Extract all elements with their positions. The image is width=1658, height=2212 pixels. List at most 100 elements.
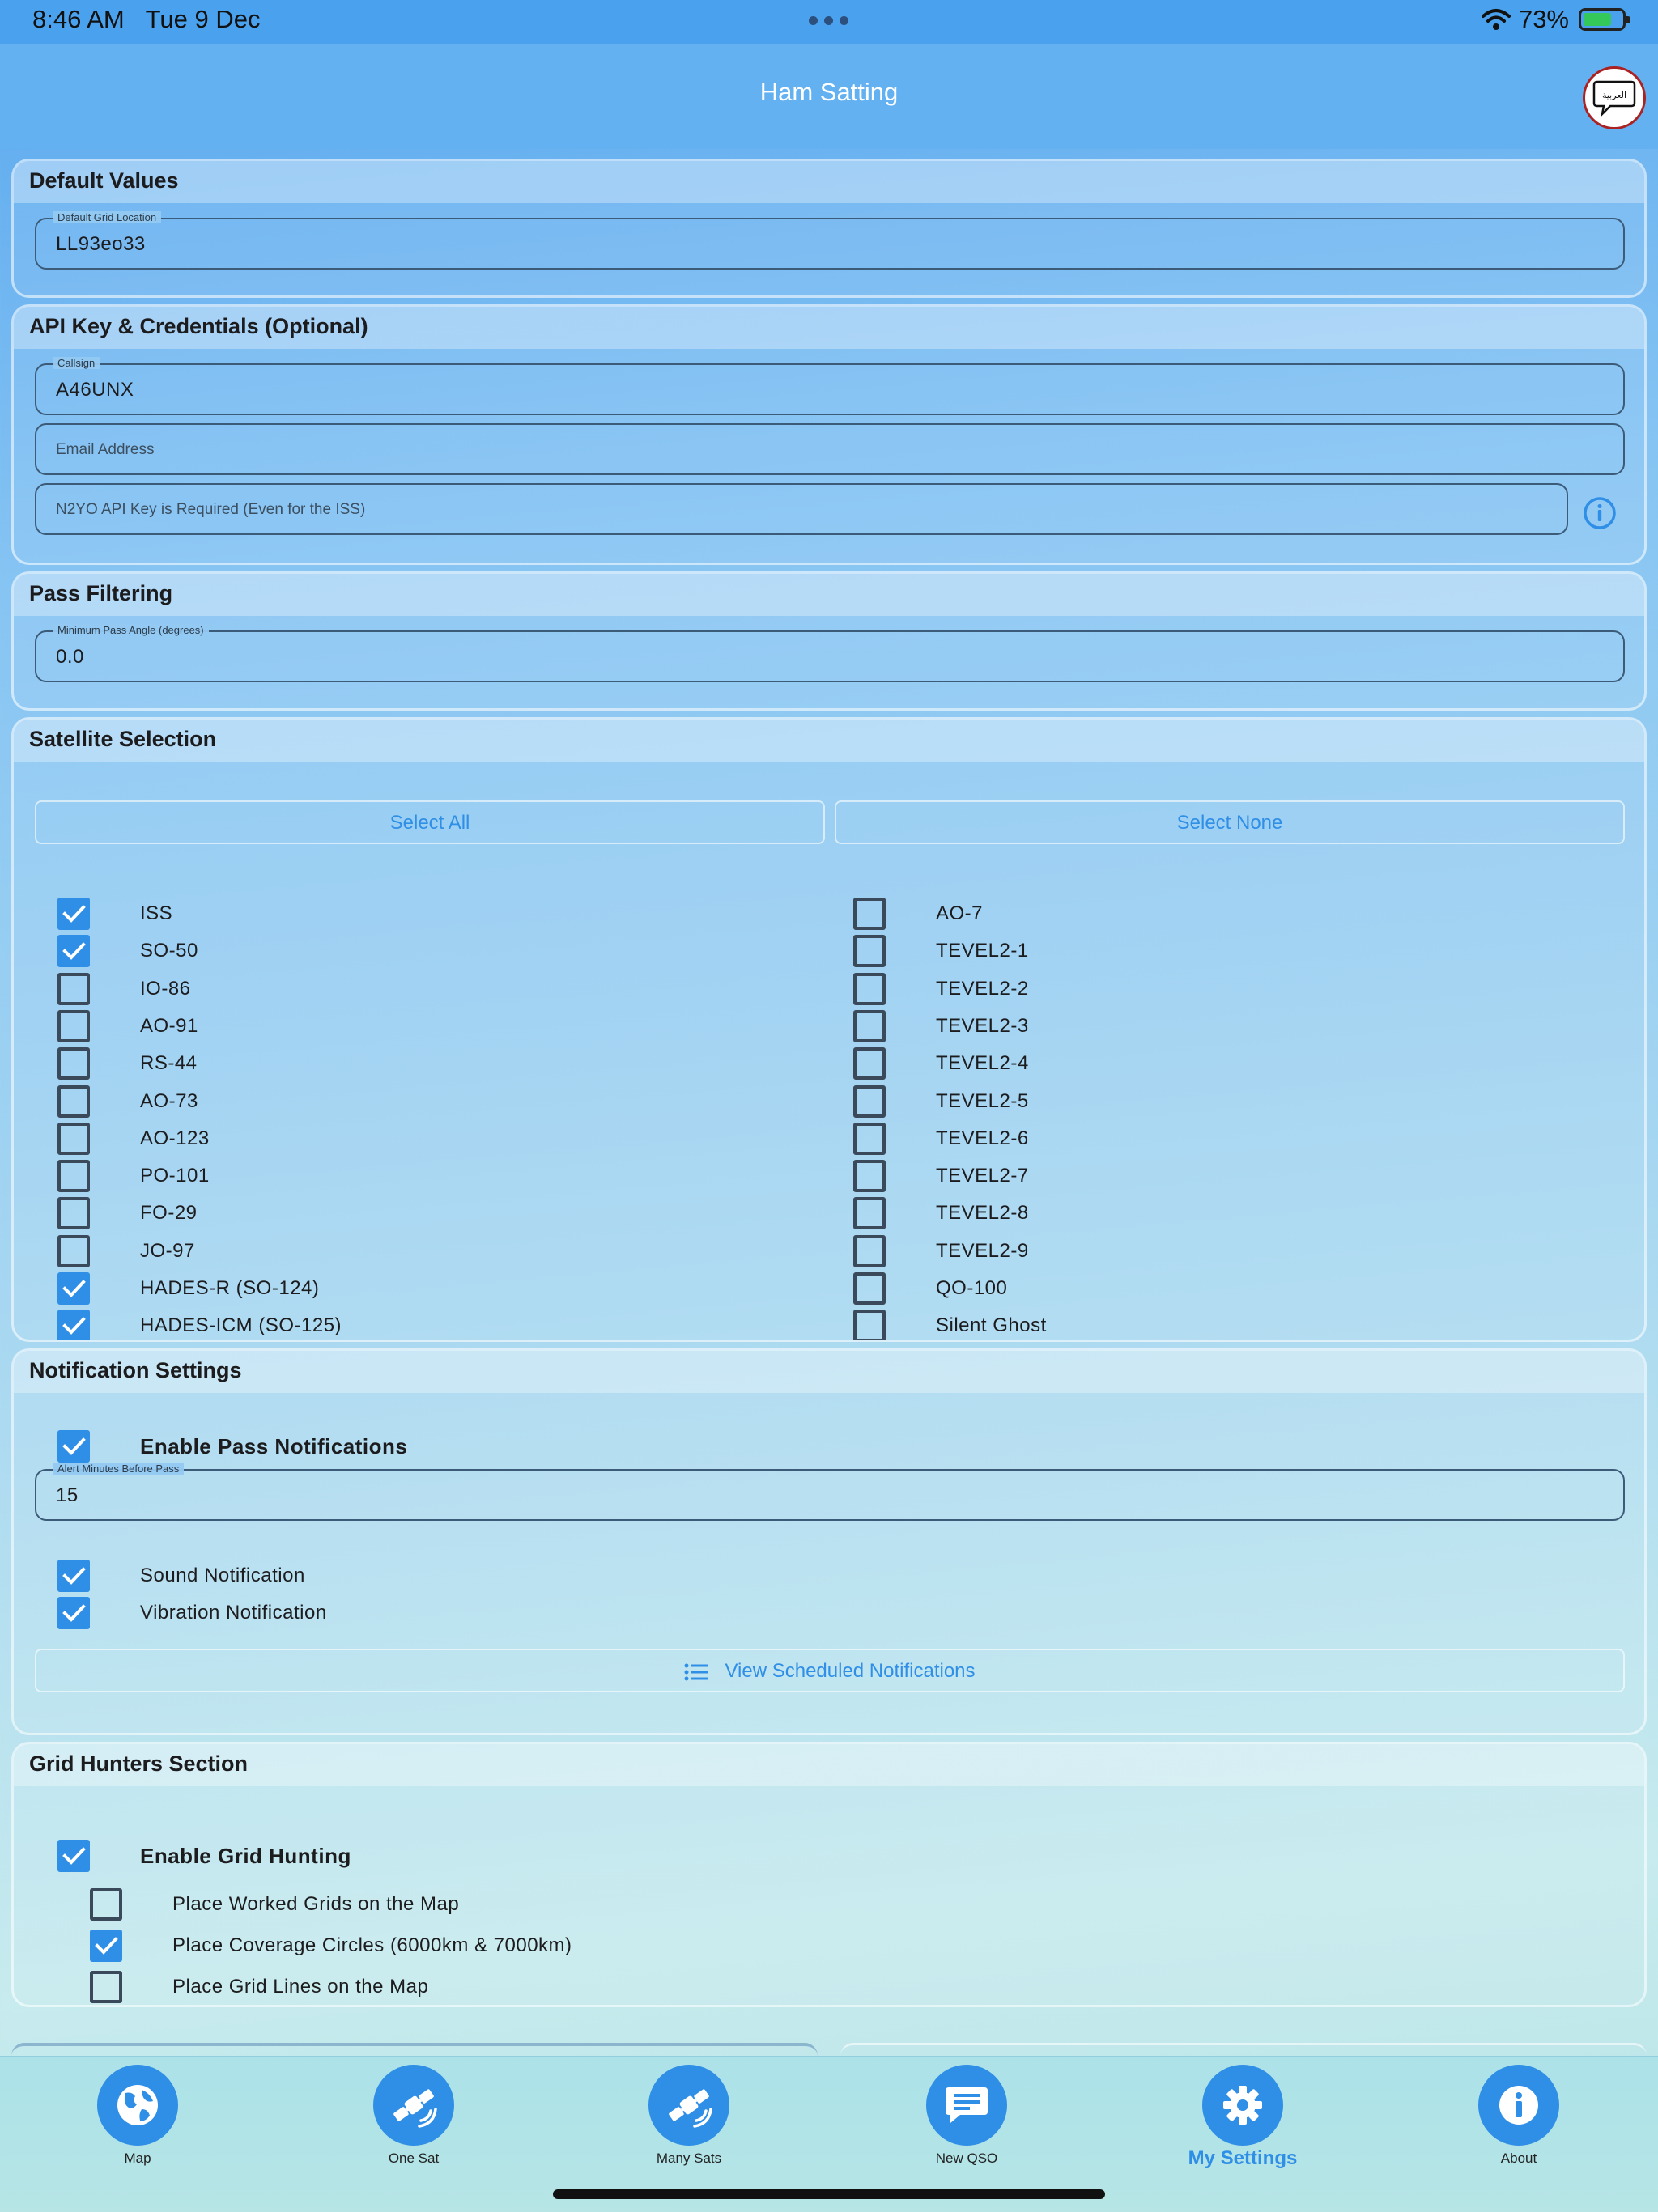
satellite-name: TEVEL2-4 — [936, 1052, 1029, 1075]
checkbox-label: Place Worked Grids on the Map — [172, 1893, 460, 1915]
checkbox[interactable] — [853, 1122, 886, 1155]
multitask-dots[interactable] — [806, 15, 852, 29]
satellite-item[interactable]: QO-100 — [853, 1272, 1007, 1305]
satellite-item[interactable]: TEVEL2-1 — [853, 935, 1029, 968]
satellite-item[interactable]: AO-123 — [57, 1122, 210, 1155]
checkbox[interactable] — [853, 1234, 886, 1267]
checkbox[interactable] — [853, 972, 886, 1005]
satellite-item[interactable]: PO-101 — [57, 1160, 210, 1193]
view-scheduled-notifications-button[interactable]: View Scheduled Notifications — [35, 1649, 1625, 1692]
checkbox[interactable] — [853, 1047, 886, 1081]
checkbox[interactable] — [853, 1272, 886, 1305]
satellite-item[interactable]: TEVEL2-5 — [853, 1085, 1029, 1118]
checkbox[interactable] — [57, 1047, 90, 1081]
satellite-item[interactable]: HADES-ICM (SO-125) — [57, 1310, 342, 1340]
language-toggle-button[interactable]: العربية — [1583, 66, 1646, 129]
info-icon[interactable] — [1583, 496, 1617, 530]
email-field[interactable]: Email Address — [35, 423, 1625, 475]
checkbox[interactable] — [57, 1840, 90, 1872]
checkbox[interactable] — [57, 935, 90, 968]
satellite-item[interactable]: Silent Ghost — [853, 1310, 1047, 1340]
satellite-item[interactable]: TEVEL2-4 — [853, 1047, 1029, 1081]
tab-one-sat[interactable]: One Sat — [345, 2065, 483, 2167]
checkbox[interactable] — [57, 1197, 90, 1230]
vibration-notification-toggle[interactable]: Vibration Notification — [57, 1597, 327, 1629]
checkbox[interactable] — [57, 1122, 90, 1155]
checkbox[interactable] — [853, 1085, 886, 1118]
checkbox[interactable] — [853, 1197, 886, 1230]
checkbox[interactable] — [57, 1160, 90, 1193]
select-all-button[interactable]: Select All — [35, 800, 825, 844]
field-label: Minimum Pass Angle (degrees) — [53, 624, 209, 636]
checkbox[interactable] — [57, 1597, 90, 1629]
api-key-field[interactable]: N2YO API Key is Required (Even for the I… — [35, 483, 1568, 535]
field-value: 15 — [56, 1484, 79, 1506]
alert-minutes-field[interactable]: Alert Minutes Before Pass 15 — [35, 1463, 1625, 1521]
satellite-item[interactable]: ISS — [57, 898, 172, 930]
checkbox[interactable] — [853, 1160, 886, 1193]
satellite-item[interactable]: SO-50 — [57, 935, 198, 968]
grid-option-item[interactable]: Place Worked Grids on the Map — [90, 1888, 459, 1921]
tab-many-sats[interactable]: Many Sats — [620, 2065, 758, 2167]
callsign-field[interactable]: Callsign A46UNX — [35, 357, 1625, 415]
grid-option-item[interactable]: Place Grid Lines on the Map — [90, 1971, 428, 2003]
satellite-item[interactable]: AO-73 — [57, 1085, 198, 1118]
satellite-item[interactable]: TEVEL2-6 — [853, 1122, 1029, 1155]
checkbox[interactable] — [853, 1009, 886, 1042]
enable-grid-hunting-toggle[interactable]: Enable Grid Hunting — [57, 1840, 351, 1872]
tab-my-settings[interactable]: My Settings — [1174, 2065, 1312, 2170]
satellite-name: TEVEL2-5 — [936, 1089, 1029, 1112]
checkbox-label: Enable Grid Hunting — [140, 1843, 351, 1868]
satellite-item[interactable]: IO-86 — [57, 972, 191, 1005]
field-value: LL93eo33 — [56, 233, 146, 255]
satellite-item[interactable]: TEVEL2-2 — [853, 972, 1029, 1005]
satellite-item[interactable]: HADES-R (SO-124) — [57, 1272, 319, 1305]
satellite-name: TEVEL2-3 — [936, 1014, 1029, 1037]
satellite-name: JO-97 — [140, 1239, 195, 1262]
satellite-name: AO-73 — [140, 1089, 198, 1112]
checkbox[interactable] — [90, 1930, 122, 1962]
checkbox[interactable] — [57, 1310, 90, 1340]
default-grid-field[interactable]: Default Grid Location LL93eo33 — [35, 211, 1625, 270]
satellite-item[interactable]: RS-44 — [57, 1047, 198, 1081]
satellite-item[interactable]: FO-29 — [57, 1197, 198, 1230]
checkbox[interactable] — [57, 1430, 90, 1463]
checkbox[interactable] — [57, 1272, 90, 1305]
checkbox[interactable] — [57, 972, 90, 1005]
section-header: Satellite Selection — [14, 720, 1644, 762]
enable-pass-notifications-toggle[interactable]: Enable Pass Notifications — [57, 1430, 407, 1463]
satellite-item[interactable]: JO-97 — [57, 1234, 195, 1267]
tab-label: One Sat — [388, 2150, 440, 2166]
section-header: API Key & Credentials (Optional) — [14, 307, 1644, 349]
checkbox[interactable] — [57, 1560, 90, 1592]
home-indicator[interactable] — [553, 2189, 1105, 2199]
satellite-item[interactable]: TEVEL2-3 — [853, 1009, 1029, 1042]
select-none-button[interactable]: Select None — [835, 800, 1625, 844]
checkbox[interactable] — [90, 1971, 122, 2003]
checkbox[interactable] — [90, 1888, 122, 1921]
tab-map[interactable]: Map — [69, 2065, 206, 2167]
tab-about[interactable]: About — [1450, 2065, 1588, 2167]
min-pass-angle-field[interactable]: Minimum Pass Angle (degrees) 0.0 — [35, 624, 1625, 682]
checkbox[interactable] — [57, 1234, 90, 1267]
checkbox[interactable] — [853, 1310, 886, 1340]
scrolled-card-edge — [840, 2043, 1647, 2057]
satellite-selection-card: Satellite Selection Select All Select No… — [11, 717, 1647, 1342]
satellite-item[interactable]: TEVEL2-7 — [853, 1160, 1029, 1193]
satellite-item[interactable]: AO-91 — [57, 1009, 198, 1042]
checkbox[interactable] — [853, 898, 886, 930]
checkbox-label: Vibration Notification — [140, 1602, 327, 1624]
satellite-name: HADES-R (SO-124) — [140, 1277, 320, 1299]
grid-option-item[interactable]: Place Coverage Circles (6000km & 7000km) — [90, 1930, 572, 1962]
checkbox[interactable] — [853, 935, 886, 968]
checkbox[interactable] — [57, 1009, 90, 1042]
tab-new-qso[interactable]: New QSO — [898, 2065, 1035, 2167]
satellite-item[interactable]: TEVEL2-9 — [853, 1234, 1029, 1267]
satellite-item[interactable]: TEVEL2-8 — [853, 1197, 1029, 1230]
checkbox[interactable] — [57, 898, 90, 930]
gear-icon — [1202, 2065, 1283, 2146]
satellite-item[interactable]: AO-7 — [853, 898, 983, 930]
pass-filtering-card: Pass Filtering Minimum Pass Angle (degre… — [11, 571, 1647, 711]
sound-notification-toggle[interactable]: Sound Notification — [57, 1560, 305, 1592]
checkbox[interactable] — [57, 1085, 90, 1118]
